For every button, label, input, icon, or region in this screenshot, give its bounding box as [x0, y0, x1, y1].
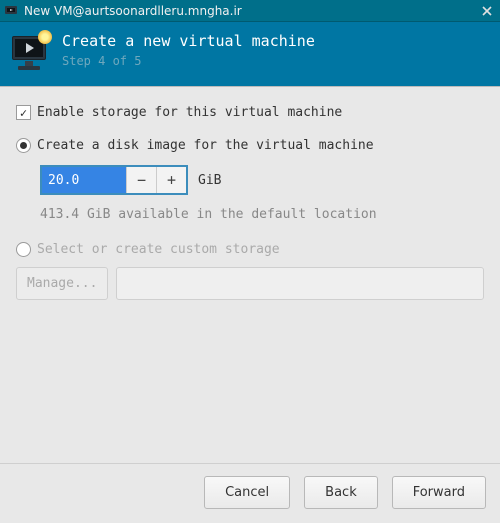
- increment-button[interactable]: +: [156, 167, 186, 193]
- disk-size-spinner: − +: [40, 165, 188, 195]
- close-icon[interactable]: [478, 2, 496, 20]
- enable-storage-label: Enable storage for this virtual machine: [37, 105, 342, 120]
- wizard-footer: Cancel Back Forward: [0, 463, 500, 523]
- available-space-hint: 413.4 GiB available in the default locat…: [40, 207, 484, 222]
- create-disk-label: Create a disk image for the virtual mach…: [37, 138, 374, 153]
- step-indicator: Step 4 of 5: [62, 54, 315, 68]
- window-title: New VM@aurtsoonardlleru.mngha.ir: [24, 4, 478, 18]
- custom-storage-row: Select or create custom storage: [16, 242, 484, 257]
- custom-storage-path-row: Manage...: [16, 267, 484, 300]
- page-title: Create a new virtual machine: [62, 32, 315, 50]
- enable-storage-row: ✓ Enable storage for this virtual machin…: [16, 105, 484, 120]
- app-icon: [4, 4, 18, 18]
- manage-storage-button[interactable]: Manage...: [16, 267, 108, 300]
- titlebar: New VM@aurtsoonardlleru.mngha.ir: [0, 0, 500, 22]
- wizard-header: Create a new virtual machine Step 4 of 5: [0, 22, 500, 87]
- vm-monitor-icon: [10, 32, 50, 72]
- custom-storage-path-input: [116, 267, 484, 300]
- enable-storage-checkbox[interactable]: ✓: [16, 105, 31, 120]
- back-button[interactable]: Back: [304, 476, 378, 509]
- disk-size-row: − + GiB: [40, 165, 484, 195]
- custom-storage-label: Select or create custom storage: [37, 242, 280, 257]
- create-disk-row: Create a disk image for the virtual mach…: [16, 138, 484, 153]
- disk-size-input[interactable]: [42, 167, 126, 193]
- custom-storage-radio[interactable]: [16, 242, 31, 257]
- disk-size-unit: GiB: [198, 173, 221, 188]
- content-area: ✓ Enable storage for this virtual machin…: [0, 87, 500, 463]
- decrement-button[interactable]: −: [126, 167, 156, 193]
- create-disk-radio[interactable]: [16, 138, 31, 153]
- cancel-button[interactable]: Cancel: [204, 476, 290, 509]
- forward-button[interactable]: Forward: [392, 476, 486, 509]
